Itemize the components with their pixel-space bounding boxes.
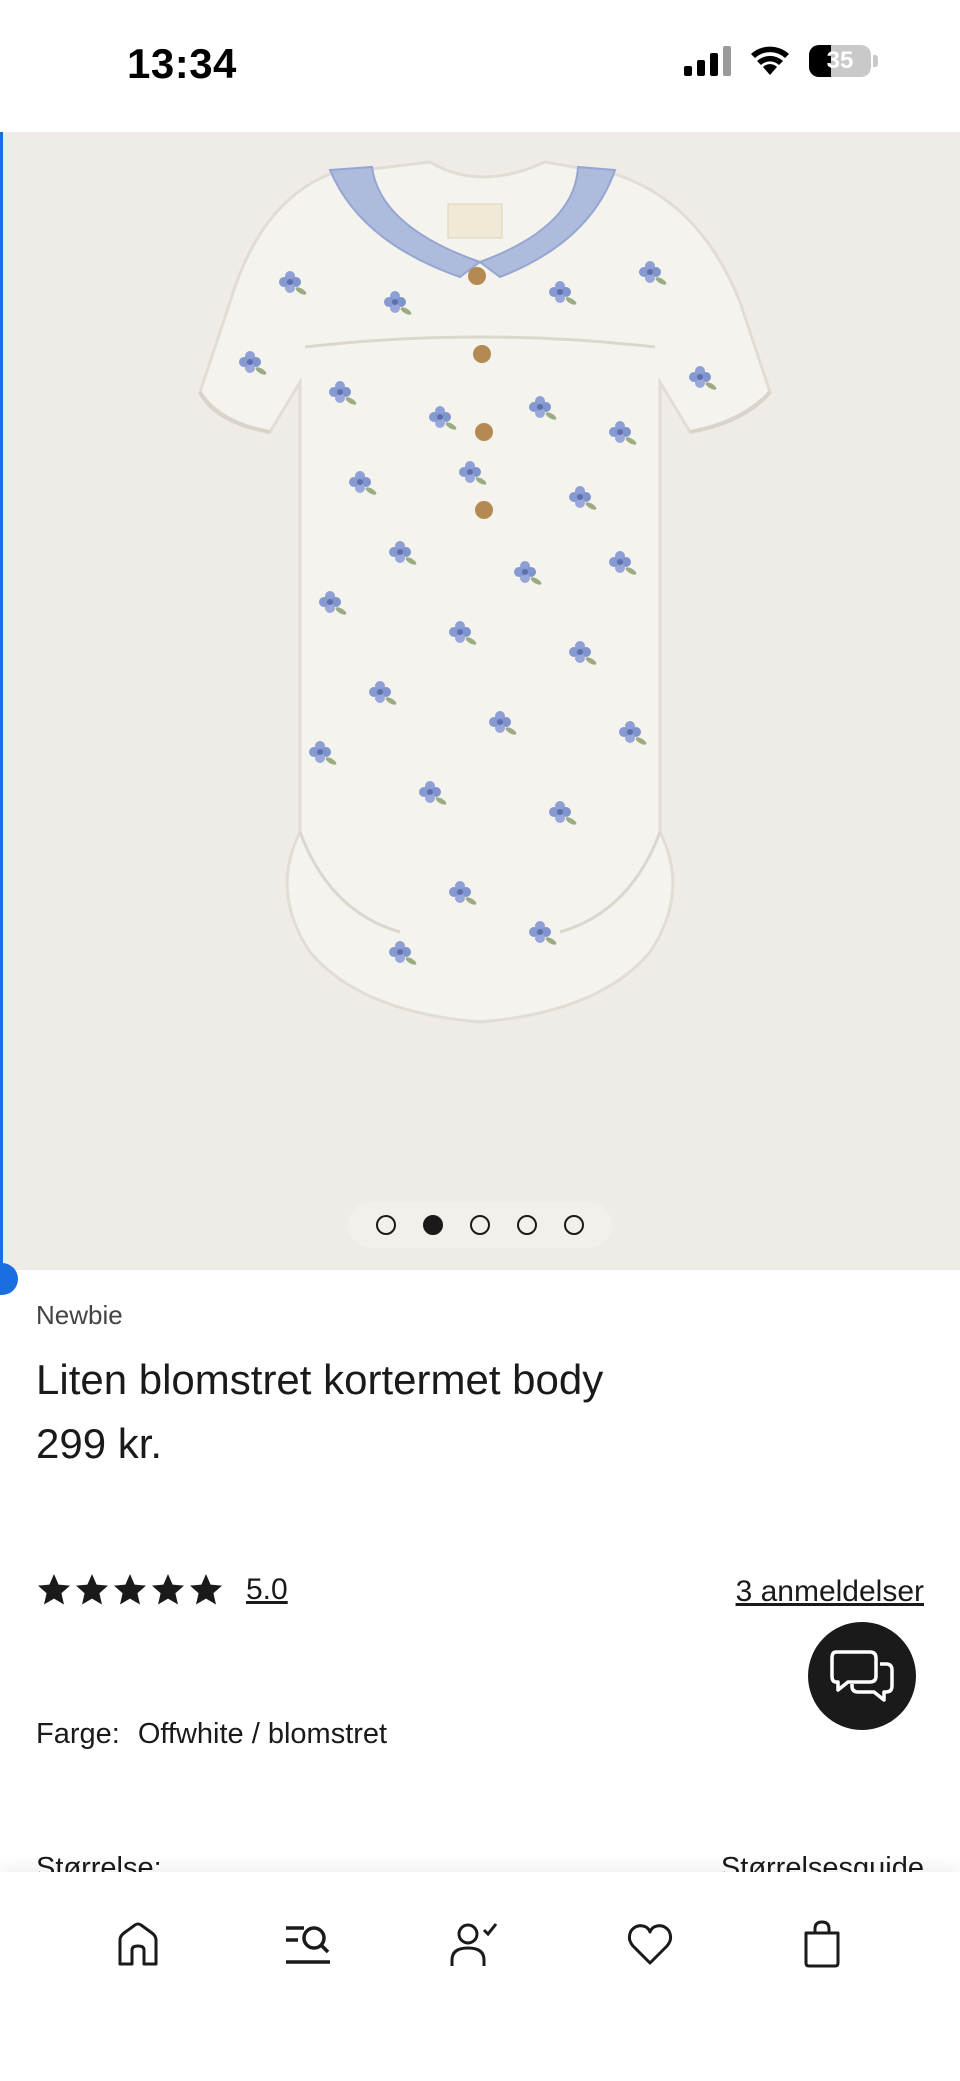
home-icon xyxy=(118,1922,158,1966)
nav-account[interactable] xyxy=(444,1914,504,1974)
search-menu-icon xyxy=(286,1926,330,1964)
bottom-navigation xyxy=(0,1872,960,2081)
star-icon xyxy=(190,1574,222,1605)
star-icon xyxy=(76,1574,108,1605)
product-title: Liten blomstret kortermet body xyxy=(36,1356,604,1403)
carousel-dot[interactable] xyxy=(422,1215,443,1235)
scroll-accent-bar xyxy=(0,132,3,1282)
shopping-bag-icon xyxy=(804,1920,840,1968)
carousel-dot[interactable] xyxy=(517,1215,538,1235)
chat-bubbles-icon xyxy=(830,1650,894,1702)
battery-icon: 35 xyxy=(809,45,871,77)
rating-stars xyxy=(36,1572,224,1608)
carousel-dot[interactable] xyxy=(469,1215,490,1235)
battery-percent: 35 xyxy=(826,47,854,74)
star-icon xyxy=(38,1574,70,1605)
product-image[interactable] xyxy=(0,132,960,1270)
nav-search[interactable] xyxy=(278,1914,338,1974)
nav-cart[interactable] xyxy=(792,1914,852,1974)
cellular-signal-icon xyxy=(684,46,731,76)
status-time: 13:34 xyxy=(127,40,237,87)
image-carousel-dots[interactable] xyxy=(348,1202,612,1248)
nav-favorites[interactable] xyxy=(620,1914,680,1974)
carousel-dot[interactable] xyxy=(375,1215,396,1235)
star-icon xyxy=(152,1574,184,1605)
chat-button[interactable] xyxy=(808,1622,916,1730)
wifi-icon xyxy=(751,46,789,75)
color-label: Farge: xyxy=(36,1718,120,1750)
carousel-dot[interactable] xyxy=(564,1215,585,1235)
color-value: Offwhite / blomstret xyxy=(137,1718,388,1750)
nav-home[interactable] xyxy=(108,1914,168,1974)
color-row: Farge: Offwhite / blomstret xyxy=(36,1718,387,1751)
baby-bodysuit-photo xyxy=(198,160,772,1024)
heart-icon xyxy=(627,1924,673,1965)
battery-tip xyxy=(873,55,878,67)
account-icon xyxy=(450,1923,498,1966)
star-icon xyxy=(114,1574,146,1605)
rating-value[interactable]: 5.0 xyxy=(246,1573,288,1607)
product-brand[interactable]: Newbie xyxy=(36,1300,123,1331)
rating-row: 5.0 xyxy=(36,1572,288,1608)
status-icons: 35 xyxy=(684,45,878,77)
status-bar: 13:34 35 xyxy=(0,0,960,132)
product-price: 299 kr. xyxy=(36,1420,163,1467)
reviews-link[interactable]: 3 anmeldelser xyxy=(736,1575,924,1609)
